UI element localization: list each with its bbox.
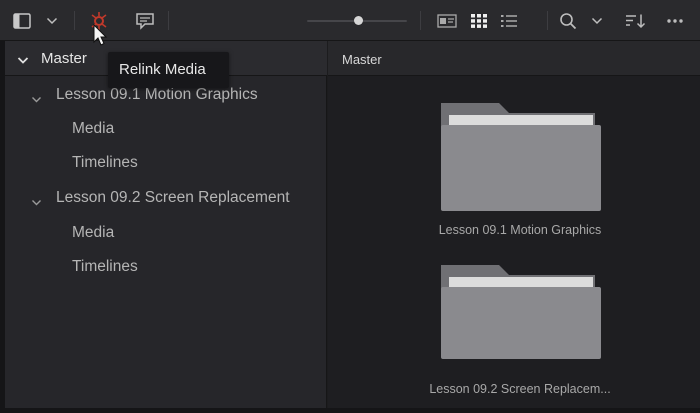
metadata-view-icon: [437, 13, 457, 28]
list-view-icon: [500, 14, 518, 28]
search-options-button[interactable]: [588, 7, 606, 34]
bin-label: Media: [72, 224, 115, 241]
bin-list-sidebar: Master Lesson 09.1 Motion Graphics Media…: [5, 41, 327, 408]
chevron-down-icon[interactable]: [17, 52, 29, 70]
current-bin-title: Master: [342, 52, 382, 67]
caption-icon: [135, 12, 155, 30]
mouse-cursor-icon: [93, 23, 109, 53]
bottom-edge: [0, 408, 700, 413]
bin-row-media[interactable]: Media: [5, 112, 327, 146]
folder-item[interactable]: Lesson 09.2 Screen Replacem...: [425, 261, 615, 401]
toolbar-left-group: [10, 7, 62, 34]
bin-label: Timelines: [72, 154, 138, 171]
list-view-button[interactable]: [496, 7, 522, 34]
chevron-down-icon[interactable]: [31, 91, 42, 109]
tooltip: Relink Media: [108, 52, 229, 88]
panel-layout-button[interactable]: [10, 7, 34, 34]
metadata-view-button[interactable]: [434, 7, 460, 34]
folder-item[interactable]: Lesson 09.1 Motion Graphics: [425, 99, 615, 249]
sort-group: [622, 7, 686, 34]
master-bin-label: Master: [41, 50, 87, 67]
bin-row-timelines[interactable]: Timelines: [5, 250, 327, 284]
bin-row-lesson-09-2[interactable]: Lesson 09.2 Screen Replacement: [5, 181, 327, 215]
toolbar-separator: [547, 11, 548, 30]
bin-label: Media: [72, 120, 115, 137]
search-button[interactable]: [556, 7, 580, 34]
folder-label: Lesson 09.1 Motion Graphics: [438, 223, 602, 237]
slider-knob[interactable]: [354, 16, 363, 25]
thumbnail-view-button[interactable]: [466, 7, 492, 34]
thumbnail-view-icon: [470, 13, 488, 29]
media-pool-panel: Master Lesson 09.1 Motion Graphics Lesso…: [328, 41, 700, 408]
bin-row-media[interactable]: Media: [5, 216, 327, 250]
folder-label: Lesson 09.2 Screen Replacem...: [429, 382, 611, 396]
sort-icon: [625, 13, 647, 29]
bin-label: Lesson 09.2 Screen Replacement: [56, 189, 290, 206]
search-icon: [559, 12, 577, 30]
layout-dropdown-button[interactable]: [42, 7, 62, 34]
sort-button[interactable]: [622, 7, 650, 34]
bin-row-timelines[interactable]: Timelines: [5, 146, 327, 180]
caption-button[interactable]: [132, 7, 158, 34]
more-options-icon: [666, 18, 684, 24]
bin-label: Lesson 09.1 Motion Graphics: [56, 86, 258, 103]
panel-layout-icon: [13, 12, 31, 29]
bin-label: Timelines: [72, 258, 138, 275]
chevron-down-icon: [46, 17, 58, 25]
chevron-down-icon[interactable]: [31, 194, 42, 212]
view-mode-group: [434, 7, 522, 34]
toolbar-separator: [420, 11, 421, 30]
more-options-button[interactable]: [664, 7, 686, 34]
toolbar-separator: [168, 11, 169, 30]
chevron-down-icon: [591, 17, 603, 25]
media-pool-header: Master: [328, 41, 700, 76]
search-group: [556, 7, 606, 34]
toolbar-separator: [74, 11, 75, 30]
